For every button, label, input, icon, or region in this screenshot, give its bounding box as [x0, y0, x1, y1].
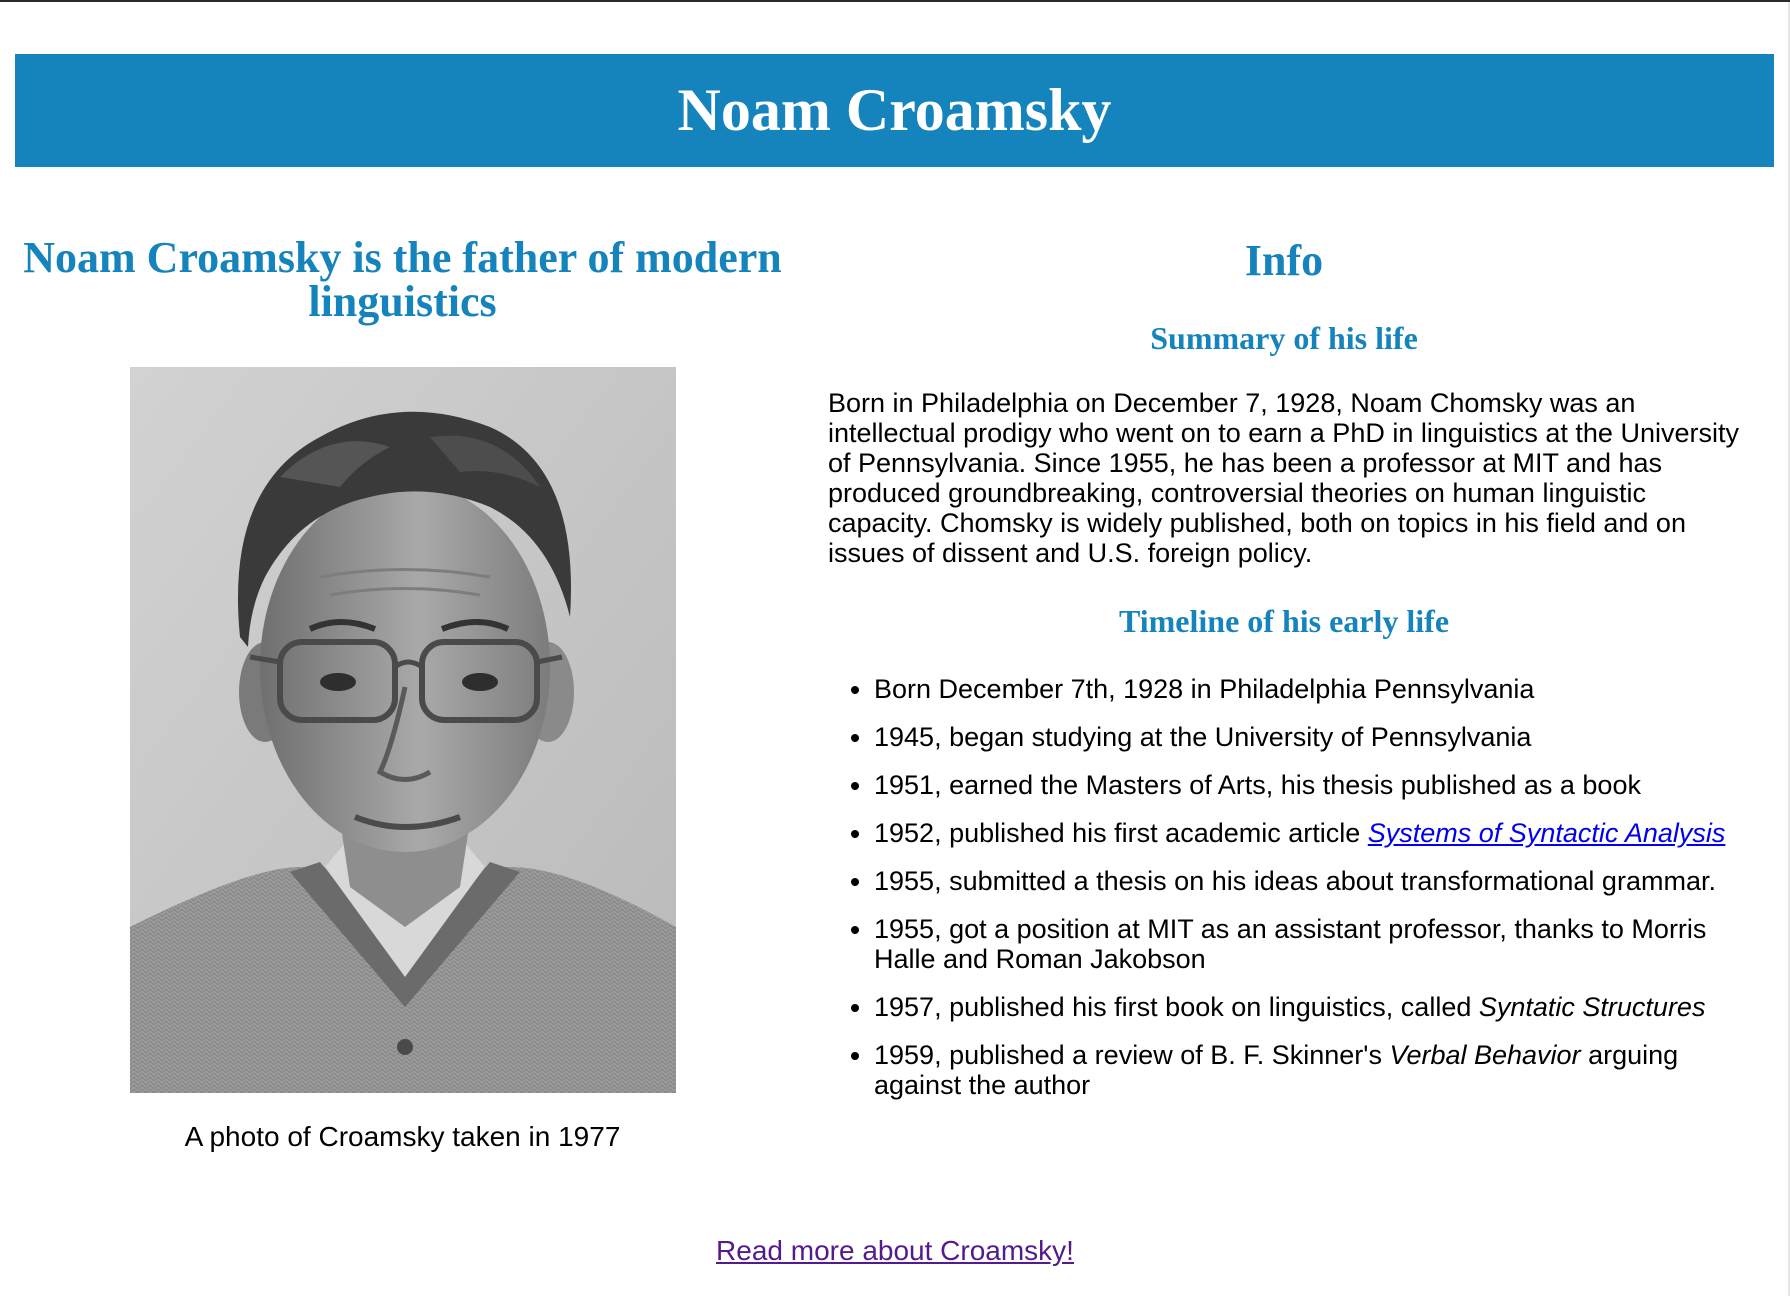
timeline-item-text: Born December 7th, 1928 in Philadelphia …: [874, 674, 1535, 704]
timeline-item: 1955, got a position at MIT as an assist…: [874, 914, 1740, 974]
info-heading: Info: [1244, 236, 1324, 285]
book-title: Verbal Behavior: [1389, 1040, 1581, 1070]
timeline-item: 1959, published a review of B. F. Skinne…: [874, 1040, 1740, 1100]
info-section: Info Summary of his life Born in Philade…: [828, 236, 1740, 1100]
portrait-image: [130, 367, 676, 1093]
portrait-photo: [130, 367, 676, 1093]
timeline-item-text: 1951, earned the Masters of Arts, his th…: [874, 770, 1641, 800]
read-more-section: Read more about Croamsky!: [0, 1234, 1790, 1268]
timeline-item: 1945, began studying at the University o…: [874, 722, 1740, 752]
timeline-item: Born December 7th, 1928 in Philadelphia …: [874, 674, 1740, 704]
timeline-item: 1957, published his first book on lingui…: [874, 992, 1740, 1022]
syntactic-analysis-link[interactable]: Systems of Syntactic Analysis: [1368, 818, 1726, 848]
timeline-item-text: 1952, published his first academic artic…: [874, 818, 1368, 848]
timeline-item: 1952, published his first academic artic…: [874, 818, 1740, 848]
summary-paragraph: Born in Philadelphia on December 7, 1928…: [828, 388, 1739, 568]
timeline-item-text: 1955, submitted a thesis on his ideas ab…: [874, 866, 1716, 896]
timeline-list: Born December 7th, 1928 in Philadelphia …: [828, 674, 1740, 1118]
page-header: Noam Croamsky: [15, 54, 1774, 167]
read-more-link[interactable]: Read more about Croamsky!: [716, 1235, 1074, 1266]
timeline-item-text: 1957, published his first book on lingui…: [874, 992, 1479, 1022]
window-top-border: [0, 0, 1790, 2]
timeline-item: 1951, earned the Masters of Arts, his th…: [874, 770, 1740, 800]
intro-heading: Noam Croamsky is the father of modern li…: [23, 233, 782, 326]
summary-heading: Summary of his life: [1150, 320, 1418, 356]
book-title: Syntatic Structures: [1478, 992, 1706, 1022]
intro-section: Noam Croamsky is the father of modern li…: [15, 236, 790, 324]
timeline-heading: Timeline of his early life: [1118, 603, 1450, 639]
timeline-item-text: 1945, began studying at the University o…: [874, 722, 1532, 752]
page-title: Noam Croamsky: [677, 77, 1112, 143]
timeline-item-text: 1959, published a review of B. F. Skinne…: [874, 1040, 1390, 1070]
photo-caption: A photo of Croamsky taken in 1977: [184, 1121, 621, 1152]
timeline-item-text: 1955, got a position at MIT as an assist…: [874, 914, 1707, 974]
timeline-item: 1955, submitted a thesis on his ideas ab…: [874, 866, 1740, 896]
